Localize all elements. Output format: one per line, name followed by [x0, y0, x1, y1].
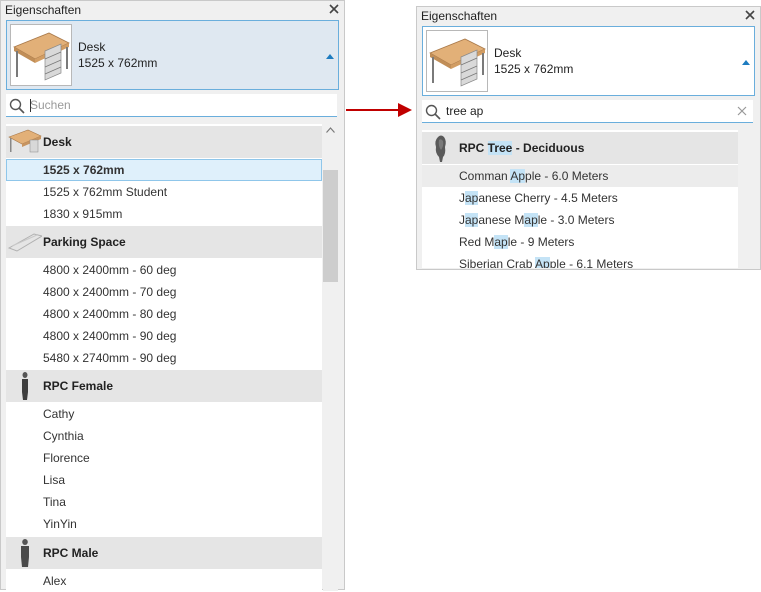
list-item[interactable]: YinYin: [6, 513, 322, 535]
item-label: 5480 x 2740mm - 90 deg: [43, 351, 177, 365]
arrow-connector: [346, 103, 412, 117]
type-name: Desk: [494, 46, 522, 60]
item-label: 1525 x 762mm: [43, 163, 125, 177]
item-label: Tina: [43, 495, 66, 509]
clear-icon[interactable]: [737, 106, 747, 116]
item-label: 4800 x 2400mm - 80 deg: [43, 307, 177, 321]
type-selector[interactable]: Desk 1525 x 762mm: [6, 20, 339, 90]
group-header-parking-space[interactable]: Parking Space: [6, 226, 322, 258]
list-item[interactable]: Japanese Cherry - 4.5 Meters: [422, 187, 738, 209]
group-header-rpc-tree-deciduous[interactable]: RPC Tree - Deciduous: [422, 132, 738, 164]
scrollbar-thumb[interactable]: [323, 170, 338, 282]
group-label: RPC Tree - Deciduous: [459, 141, 585, 155]
list-item[interactable]: 1525 x 762mm Student: [6, 181, 322, 203]
desk-thumbnail: [10, 24, 72, 86]
list-item[interactable]: Lisa: [6, 469, 322, 491]
item-label: Japanese Cherry - 4.5 Meters: [459, 191, 618, 205]
item-label: Cathy: [43, 407, 75, 421]
item-label: 4800 x 2400mm - 70 deg: [43, 285, 177, 299]
type-selector[interactable]: Desk 1525 x 762mm: [422, 26, 755, 96]
list-item[interactable]: Japanese Maple - 3.0 Meters: [422, 209, 738, 231]
item-label: 4800 x 2400mm - 90 deg: [43, 329, 177, 343]
group-label: RPC Male: [43, 546, 99, 560]
item-label: 1830 x 915mm: [43, 207, 123, 221]
item-label: Lisa: [43, 473, 66, 487]
close-icon[interactable]: [328, 3, 340, 15]
male-figure-icon: [21, 539, 29, 567]
list-item[interactable]: Red Maple - 9 Meters: [422, 231, 738, 253]
desk-thumbnail: [426, 30, 488, 92]
list-item[interactable]: Florence: [6, 447, 322, 469]
group-label: Parking Space: [43, 235, 126, 249]
female-figure-icon: [22, 372, 28, 400]
text-caret: [30, 99, 31, 112]
search-box: [422, 100, 753, 123]
dropdown-arrow-icon[interactable]: [326, 53, 334, 59]
list-item[interactable]: Alex: [6, 570, 322, 592]
parking-space-icon: [8, 233, 42, 252]
panel-title: Eigenschaften: [421, 9, 498, 23]
list-item[interactable]: 4800 x 2400mm - 60 deg: [6, 259, 322, 281]
search-icon: [9, 98, 25, 114]
search-box: [6, 94, 337, 117]
group-label: RPC Female: [43, 379, 114, 393]
list-item[interactable]: 5480 x 2740mm - 90 deg: [6, 347, 322, 369]
type-size: 1525 x 762mm: [78, 56, 158, 70]
list-item[interactable]: 4800 x 2400mm - 80 deg: [6, 303, 322, 325]
group-label: Desk: [43, 135, 72, 149]
search-results-list: RPC Tree - Deciduous Comman Apple - 6.0 …: [422, 130, 738, 268]
scroll-up-icon[interactable]: [326, 127, 335, 133]
list-item[interactable]: 4800 x 2400mm - 70 deg: [6, 281, 322, 303]
item-label: Red Maple - 9 Meters: [459, 235, 575, 249]
item-label: Alex: [43, 574, 67, 588]
item-label: YinYin: [43, 517, 77, 531]
search-icon: [425, 104, 441, 120]
item-label: Florence: [43, 451, 90, 465]
close-icon[interactable]: [744, 9, 756, 21]
desk-icon: [8, 129, 42, 153]
item-label: 1525 x 762mm Student: [43, 185, 168, 199]
search-input[interactable]: [30, 96, 320, 114]
search-input[interactable]: [446, 102, 736, 120]
list-item[interactable]: Siberian Crab Apple - 6.1 Meters: [422, 253, 738, 268]
list-item[interactable]: Comman Apple - 6.0 Meters: [422, 165, 738, 187]
item-label: Siberian Crab Apple - 6.1 Meters: [459, 257, 633, 268]
item-label: Cynthia: [43, 429, 84, 443]
vertical-scrollbar[interactable]: [323, 124, 338, 591]
properties-panel-left: Eigenschaften Desk 1525 x 762mm Suchen D…: [0, 0, 345, 591]
list-item[interactable]: Cynthia: [6, 425, 322, 447]
type-name: Desk: [78, 40, 106, 54]
type-list: Desk 1525 x 762mm 1525 x 762mm Student 1…: [6, 124, 322, 590]
panel-title: Eigenschaften: [5, 3, 82, 17]
group-header-desk[interactable]: Desk: [6, 126, 322, 158]
list-item[interactable]: Tina: [6, 491, 322, 513]
item-label: 4800 x 2400mm - 60 deg: [43, 263, 177, 277]
item-label: Japanese Maple - 3.0 Meters: [459, 213, 615, 227]
properties-panel-right: Eigenschaften Desk 1525 x 762mm tree ap …: [416, 6, 761, 270]
item-label: Comman Apple - 6.0 Meters: [459, 169, 609, 183]
list-item-selected[interactable]: 1525 x 762mm: [6, 159, 322, 181]
list-item[interactable]: 4800 x 2400mm - 90 deg: [6, 325, 322, 347]
tree-icon: [435, 135, 446, 162]
list-item[interactable]: Cathy: [6, 403, 322, 425]
group-header-rpc-female[interactable]: RPC Female: [6, 370, 322, 402]
type-size: 1525 x 762mm: [494, 62, 574, 76]
dropdown-arrow-icon[interactable]: [742, 59, 750, 65]
group-header-rpc-male[interactable]: RPC Male: [6, 537, 322, 569]
list-item[interactable]: 1830 x 915mm: [6, 203, 322, 225]
